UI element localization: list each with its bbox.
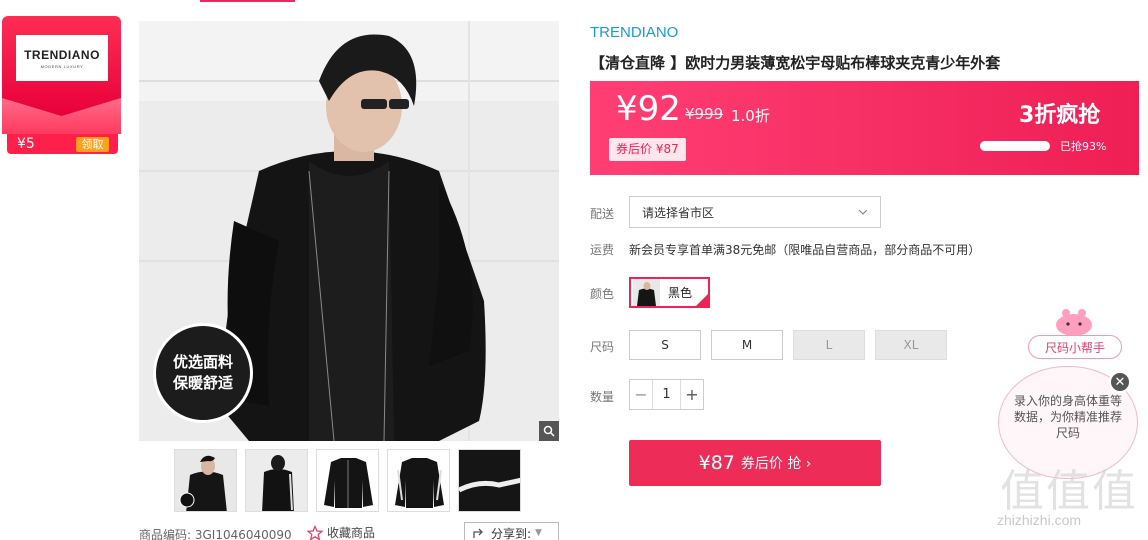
coupon-price-badge: 券后价 ¥87 [609, 138, 686, 161]
brand-coupon-bar: ¥5 领取 [7, 134, 118, 154]
product-code-label: 商品编码: [139, 528, 192, 540]
chevron-down-icon: ▼ [535, 528, 542, 538]
fabric-badge: 优选面料 保暖舒适 [153, 323, 253, 423]
shipping-label: 运费 [590, 243, 615, 257]
star-icon [307, 524, 323, 540]
fabric-badge-line2: 保暖舒适 [172, 374, 233, 392]
region-select-value: 请选择省市区 [642, 205, 715, 220]
size-option-m[interactable]: M [711, 330, 783, 360]
sold-progress-bar [980, 141, 1050, 151]
product-code: 商品编码: 3GI1046040090 [139, 526, 292, 540]
thumbnail-1[interactable] [174, 449, 237, 512]
brand-logo-sub: MODERN LUXURY [40, 63, 84, 69]
size-option-s[interactable]: S [629, 330, 701, 360]
brand-logo: TRENDIANO MODERN LUXURY [16, 35, 108, 81]
watermark-glyph: 值值值 [1000, 466, 1138, 517]
quantity-input[interactable]: 1 [652, 380, 681, 409]
share-dropdown[interactable]: 分享到: ▼ [464, 522, 559, 540]
sold-progress-fill [980, 141, 1046, 151]
thumbnail-4[interactable] [387, 449, 450, 512]
quantity-stepper: − 1 + [629, 379, 704, 410]
favorite-button[interactable]: 收藏商品 [307, 524, 375, 540]
magnifier-icon[interactable] [539, 421, 559, 441]
original-price: ¥999 [685, 105, 724, 123]
thumbnail-strip [174, 449, 521, 512]
color-option-label: 黑色 [668, 286, 693, 300]
chevron-down-icon [858, 209, 868, 215]
color-label: 颜色 [590, 287, 615, 301]
size-option-l[interactable]: L [793, 330, 865, 360]
size-helper-mascot [1056, 309, 1092, 336]
product-title: 【清仓直降 】欧时力男装薄宽松宇母贴布棒球夹克青少年外套 [590, 54, 1001, 72]
size-label: 尺码 [590, 340, 615, 354]
quantity-increase-button[interactable]: + [681, 385, 703, 404]
buy-button-amount: ¥87 [698, 452, 735, 474]
quantity-label: 数量 [590, 390, 615, 404]
thumbnail-2[interactable] [245, 449, 308, 512]
brand-card-top: TRENDIANO MODERN LUXURY [2, 16, 121, 116]
share-icon [473, 528, 483, 538]
region-select[interactable]: 请选择省市区 [629, 196, 881, 228]
watermark-site: zhizhizhi.com [997, 512, 1082, 528]
size-option-xl[interactable]: XL [875, 330, 947, 360]
selected-check-icon [696, 294, 708, 306]
top-accent-bar [200, 0, 295, 2]
thumbnail-3[interactable] [316, 449, 379, 512]
main-product-image[interactable]: 优选面料 保暖舒适 [139, 21, 559, 441]
close-icon[interactable]: ✕ [1109, 371, 1131, 393]
thumbnail-5[interactable] [458, 449, 521, 512]
price-panel: ¥92 ¥999 1.0折 券后价 ¥87 3折疯抢 已抢93% [590, 81, 1139, 175]
brand-logo-name: TRENDIANO [24, 47, 100, 62]
buy-with-coupon-button[interactable]: ¥87 券后价 抢 › [629, 440, 881, 486]
discount-rate: 1.0折 [731, 107, 770, 125]
flash-sale-label: 3折疯抢 [1019, 103, 1101, 128]
color-option-black[interactable]: 黑色 [629, 277, 710, 308]
claim-coupon-button[interactable]: 领取 [76, 137, 109, 152]
brand-coupon-card[interactable]: TRENDIANO MODERN LUXURY ¥5 领取 [2, 16, 121, 154]
product-code-value: 3GI1046040090 [194, 528, 292, 540]
current-price: ¥92 [616, 89, 681, 129]
brand-link[interactable]: TRENDIANO [590, 24, 678, 41]
fabric-badge-line1: 优选面料 [172, 353, 233, 371]
favorite-label: 收藏商品 [327, 526, 376, 540]
quantity-decrease-button[interactable]: − [630, 385, 652, 404]
sold-percent-text: 已抢93% [1060, 140, 1107, 153]
shipping-text: 新会员专享首单满38元免邮（限唯品自营商品，部分商品不可用） [629, 243, 981, 257]
buy-button-text: 券后价 抢 › [740, 456, 812, 472]
color-swatch-thumb [633, 279, 660, 306]
size-helper-tag[interactable]: 尺码小帮手 [1028, 335, 1122, 359]
delivery-label: 配送 [590, 207, 615, 221]
share-label: 分享到: [491, 526, 532, 540]
brand-coupon-amount: ¥5 [17, 136, 35, 152]
